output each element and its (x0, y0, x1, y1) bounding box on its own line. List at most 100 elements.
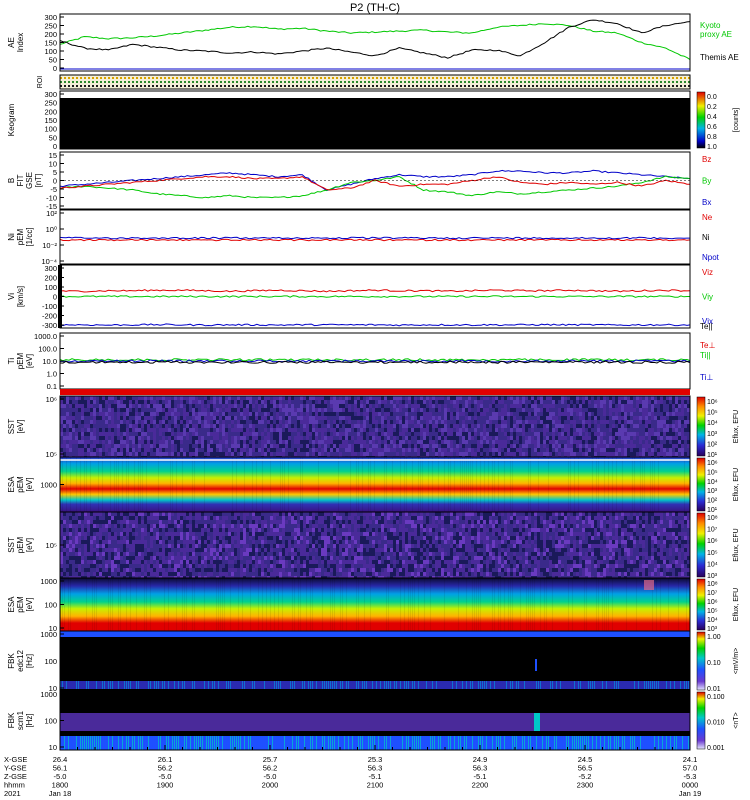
sst-top-pixel (327, 424, 330, 428)
sst-top-pixel (324, 440, 327, 444)
sst-top-pixel (135, 436, 138, 440)
ae-legend-item: proxy AE (700, 30, 732, 39)
roi-tick (636, 77, 638, 79)
esa_top-ylabel: ESA pEM [eV] (7, 476, 34, 493)
sst-top-pixel (462, 404, 465, 408)
roi-tick (284, 85, 286, 87)
roi-tick (168, 77, 170, 79)
roi-tick (184, 85, 186, 87)
sst-top-pixel (396, 432, 399, 436)
sst-top-pixel (69, 448, 72, 452)
sst-top-pixel (156, 420, 159, 424)
sst-top-pixel (654, 428, 657, 432)
temperature-ytick-label: 1000.0 (34, 332, 57, 341)
sst-top-pixel (678, 448, 681, 452)
sst-top-pixel (165, 440, 168, 444)
sst-bottom-pixel (201, 544, 204, 548)
sst-top-pixel (192, 436, 195, 440)
sst-top-pixel (417, 404, 420, 408)
sst-top-pixel (288, 396, 291, 400)
sst-top-pixel (168, 432, 171, 436)
sst-top-pixel (486, 408, 489, 412)
sst-top-pixel (195, 452, 198, 456)
sst-top-pixel (219, 420, 222, 424)
sst-top-pixel (192, 424, 195, 428)
sst-top-pixel (288, 448, 291, 452)
sst-top-pixel (543, 412, 546, 416)
sst-top-pixel (681, 428, 684, 432)
sst-top-pixel (675, 400, 678, 404)
sst-top-pixel (663, 436, 666, 440)
sst-top-pixel (417, 436, 420, 440)
sst-top-pixel (171, 412, 174, 416)
sst-top-pixel (618, 444, 621, 448)
sst-bottom-pixel (171, 556, 174, 560)
sst-top-pixel (684, 444, 687, 448)
sst-bottom-pixel (114, 520, 117, 524)
sst-top-pixel (147, 444, 150, 448)
sst-top-pixel (453, 444, 456, 448)
roi-tick (264, 81, 266, 83)
sst-bottom-pixel (138, 528, 141, 532)
roi-tick (424, 81, 426, 83)
sst-top-pixel (375, 396, 378, 400)
sst-top-pixel (432, 448, 435, 452)
sst-top-pixel (612, 432, 615, 436)
sst-top-pixel (324, 448, 327, 452)
sst-top-pixel (495, 432, 498, 436)
esa-top-streak (510, 457, 511, 512)
sst-top-pixel (345, 424, 348, 428)
sst-bottom-pixel (114, 560, 117, 564)
sst-top-pixel (576, 428, 579, 432)
sst-top-pixel (348, 444, 351, 448)
sst-top-pixel (657, 424, 660, 428)
sst-top-pixel (675, 432, 678, 436)
sst-bottom-pixel (138, 520, 141, 524)
sst-top-pixel (324, 400, 327, 404)
sst-bottom-pixel (138, 552, 141, 556)
sst-top-pixel (498, 400, 501, 404)
sst-bottom-pixel (114, 512, 117, 516)
sst-top-pixel (642, 408, 645, 412)
sst-bottom-pixel (162, 544, 165, 548)
sst-top-pixel (438, 420, 441, 424)
sst-top-pixel (393, 436, 396, 440)
sst-top-pixel (303, 452, 306, 456)
sst-top-pixel (363, 396, 366, 400)
roi-tick (336, 81, 338, 83)
sst-top-pixel (651, 412, 654, 416)
sst-top-pixel (441, 404, 444, 408)
roi-ylabel: ROI (37, 76, 44, 89)
sst-top-pixel (249, 404, 252, 408)
sst-top-pixel (537, 440, 540, 444)
roi-tick (588, 77, 590, 79)
esa-top-streak (84, 457, 85, 512)
roi-tick (368, 81, 370, 83)
sst-top-pixel (585, 400, 588, 404)
sst-top-pixel (528, 424, 531, 428)
sst-top-pixel (513, 440, 516, 444)
sst-top-pixel (210, 428, 213, 432)
sst-top-pixel (486, 420, 489, 424)
sst-bottom-pixel (165, 548, 168, 552)
sst-top-pixel (210, 404, 213, 408)
sst-top-pixel (183, 412, 186, 416)
sst-top-pixel (327, 412, 330, 416)
roi-tick (644, 77, 646, 79)
sst-top-pixel (645, 400, 648, 404)
sst-bottom-pixel (93, 520, 96, 524)
sst-top-pixel (381, 400, 384, 404)
sst-top-pixel (183, 400, 186, 404)
sst-bottom-pixel (102, 556, 105, 560)
sst-top-pixel (153, 404, 156, 408)
sst-top-pixel (372, 432, 375, 436)
sst-top-pixel (255, 444, 258, 448)
sst-top-pixel (393, 432, 396, 436)
sst-bottom-pixel (162, 532, 165, 536)
sst-bottom-pixel (201, 532, 204, 536)
sst-top-pixel (351, 424, 354, 428)
esa-top-streak (650, 457, 651, 512)
sst-top-pixel (231, 412, 234, 416)
roi-tick (428, 77, 430, 79)
sst-top-pixel (357, 428, 360, 432)
